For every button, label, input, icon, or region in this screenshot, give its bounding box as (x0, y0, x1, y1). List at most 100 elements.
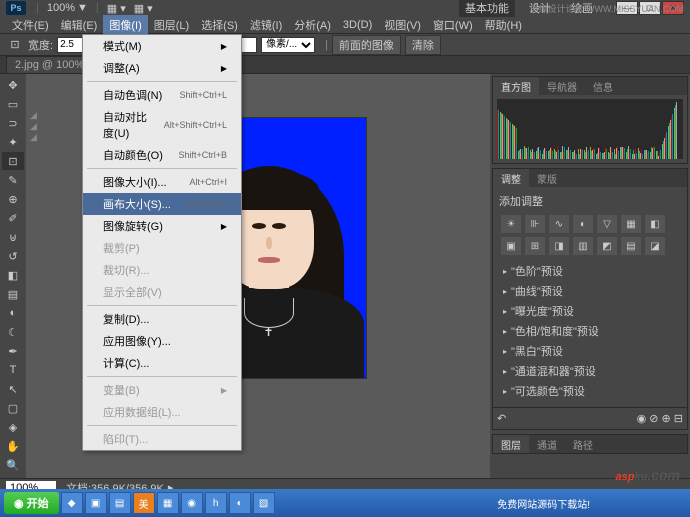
stamp-tool[interactable]: ⊎ (2, 228, 24, 246)
history-brush-tool[interactable]: ↺ (2, 247, 24, 265)
menu-select[interactable]: 选择(S) (195, 15, 244, 35)
brush-tool[interactable]: ✐ (2, 209, 24, 227)
adj-vibrance-icon[interactable]: ▽ (597, 215, 617, 233)
menu-3d[interactable]: 3D(D) (337, 17, 378, 33)
tab-info[interactable]: 信息 (585, 77, 621, 95)
adj-photo-icon[interactable]: ▣ (501, 237, 521, 255)
menu-item-图像大小(I)...[interactable]: 图像大小(I)...Alt+Ctrl+I (83, 171, 241, 193)
menu-item-自动对比度(U)[interactable]: 自动对比度(U)Alt+Shift+Ctrl+L (83, 106, 241, 144)
marquee-tool[interactable]: ▭ (2, 95, 24, 113)
preset-row[interactable]: ▸"色阶"预设 (499, 261, 681, 281)
gradient-tool[interactable]: ▤ (2, 285, 24, 303)
taskbar-item[interactable]: ◉ (181, 492, 203, 514)
menu-item-图像旋转(G)[interactable]: 图像旋转(G)▶ (83, 215, 241, 237)
adj-mixer-icon[interactable]: ⊞ (525, 237, 545, 255)
taskbar: ◉开始 ◆ ▣ ▤ 美 ▦ ◉ h ◐ ▧ 免费网站源码下载站! (0, 489, 690, 517)
eyedropper-tool[interactable]: ✎ (2, 171, 24, 189)
pen-tool[interactable]: ✒ (2, 342, 24, 360)
adj-levels-icon[interactable]: ⊪ (525, 215, 545, 233)
aspku-watermark: aspku.com (616, 456, 681, 487)
taskbar-text: 免费网站源码下载站! (497, 496, 590, 511)
document-tab[interactable]: 2.jpg @ 100% (6, 56, 93, 74)
unit-select[interactable]: 像素/... (261, 37, 315, 53)
menu-item-画布大小(S)...[interactable]: 画布大小(S)...Alt+Ctrl+C (83, 193, 241, 215)
adj-hue-icon[interactable]: ▦ (621, 215, 641, 233)
path-tool[interactable]: ↖ (2, 380, 24, 398)
menu-item-模式(M)[interactable]: 模式(M)▶ (83, 35, 241, 57)
preset-row[interactable]: ▸"色相/饱和度"预设 (499, 321, 681, 341)
tab-channels[interactable]: 通道 (529, 435, 565, 453)
taskbar-item[interactable]: ▤ (109, 492, 131, 514)
watermark-text: 思缘设计论坛 WWW.MISSYUAN.COM (530, 2, 685, 15)
type-tool[interactable]: T (2, 361, 24, 379)
menu-item-计算(C)...[interactable]: 计算(C)... (83, 352, 241, 374)
tab-navigator[interactable]: 导航器 (539, 77, 585, 95)
menu-view[interactable]: 视图(V) (378, 15, 427, 35)
menu-item-复制(D)...[interactable]: 复制(D)... (83, 308, 241, 330)
menu-layer[interactable]: 图层(L) (148, 15, 195, 35)
adj-reset-icon[interactable]: ↶ (497, 412, 506, 425)
start-button[interactable]: ◉开始 (4, 492, 59, 514)
dodge-tool[interactable]: ☾ (2, 323, 24, 341)
menu-edit[interactable]: 编辑(E) (55, 15, 104, 35)
clear-button[interactable]: 清除 (405, 35, 441, 55)
tab-paths[interactable]: 路径 (565, 435, 601, 453)
menu-item-裁剪(P): 裁剪(P) (83, 237, 241, 259)
tab-adjustments[interactable]: 调整 (493, 169, 529, 187)
taskbar-item[interactable]: 美 (133, 492, 155, 514)
menu-filter[interactable]: 滤镜(I) (244, 15, 288, 35)
adj-threshold-icon[interactable]: ◩ (597, 237, 617, 255)
tab-masks[interactable]: 蒙版 (529, 169, 565, 187)
menu-item-自动色调(N)[interactable]: 自动色调(N)Shift+Ctrl+L (83, 84, 241, 106)
preset-row[interactable]: ▸"曝光度"预设 (499, 301, 681, 321)
crop-tool[interactable]: ⊡ (2, 152, 24, 170)
blur-tool[interactable]: ◐ (2, 304, 24, 322)
adj-gradient-icon[interactable]: ▤ (621, 237, 641, 255)
menu-help[interactable]: 帮助(H) (479, 15, 528, 35)
adj-exposure-icon[interactable]: ◐ (573, 215, 593, 233)
taskbar-item[interactable]: ◆ (61, 492, 83, 514)
heal-tool[interactable]: ⊕ (2, 190, 24, 208)
adj-bw-icon[interactable]: ◧ (645, 215, 665, 233)
add-adjustment-label: 添加调整 (497, 191, 683, 211)
taskbar-item[interactable]: ▦ (157, 492, 179, 514)
preset-row[interactable]: ▸"可选颜色"预设 (499, 381, 681, 401)
hand-tool[interactable]: ✋ (2, 437, 24, 455)
eraser-tool[interactable]: ◧ (2, 266, 24, 284)
adj-curves-icon[interactable]: ∿ (549, 215, 569, 233)
preset-row[interactable]: ▸"曲线"预设 (499, 281, 681, 301)
adj-invert-icon[interactable]: ◨ (549, 237, 569, 255)
menu-item-自动颜色(O)[interactable]: 自动颜色(O)Shift+Ctrl+B (83, 144, 241, 166)
lasso-tool[interactable]: ⊃ (2, 114, 24, 132)
taskbar-item[interactable]: ▧ (253, 492, 275, 514)
preset-row[interactable]: ▸"黑白"预设 (499, 341, 681, 361)
adj-brightness-icon[interactable]: ☀ (501, 215, 521, 233)
preset-row[interactable]: ▸"通道混和器"预设 (499, 361, 681, 381)
menu-image[interactable]: 图像(I) (103, 15, 147, 35)
shape-tool[interactable]: ▢ (2, 399, 24, 417)
ruler-mark: ◢◢◢ (30, 110, 37, 143)
zoom-tool[interactable]: 🔍 (2, 456, 24, 474)
taskbar-item[interactable]: ▣ (85, 492, 107, 514)
taskbar-item[interactable]: ◐ (229, 492, 251, 514)
move-tool[interactable]: ✥ (2, 76, 24, 94)
zoom-display[interactable]: 100% (47, 2, 75, 14)
menu-window[interactable]: 窗口(W) (427, 15, 479, 35)
3d-tool[interactable]: ◈ (2, 418, 24, 436)
menu-item-裁切(R)...: 裁切(R)... (83, 259, 241, 281)
menu-item-应用图像(Y)...[interactable]: 应用图像(Y)... (83, 330, 241, 352)
wand-tool[interactable]: ✦ (2, 133, 24, 151)
tab-histogram[interactable]: 直方图 (493, 77, 539, 95)
menu-item-显示全部(V): 显示全部(V) (83, 281, 241, 303)
taskbar-item[interactable]: h (205, 492, 227, 514)
menu-file[interactable]: 文件(E) (6, 15, 55, 35)
adj-selective-icon[interactable]: ◪ (645, 237, 665, 255)
menu-bar: 文件(E) 编辑(E) 图像(I) 图层(L) 选择(S) 滤镜(I) 分析(A… (0, 16, 690, 34)
panels-dock: 直方图 导航器 信息 调整 蒙版 添加调整 ☀ ⊪ ∿ ◐ ▽ ▦ ◧ (490, 74, 690, 478)
front-image-button[interactable]: 前面的图像 (332, 35, 401, 55)
menu-analysis[interactable]: 分析(A) (288, 15, 337, 35)
menu-item-调整(A)[interactable]: 调整(A)▶ (83, 57, 241, 79)
adj-poster-icon[interactable]: ▥ (573, 237, 593, 255)
width-label: 宽度: (28, 37, 53, 53)
tab-layers[interactable]: 图层 (493, 435, 529, 453)
